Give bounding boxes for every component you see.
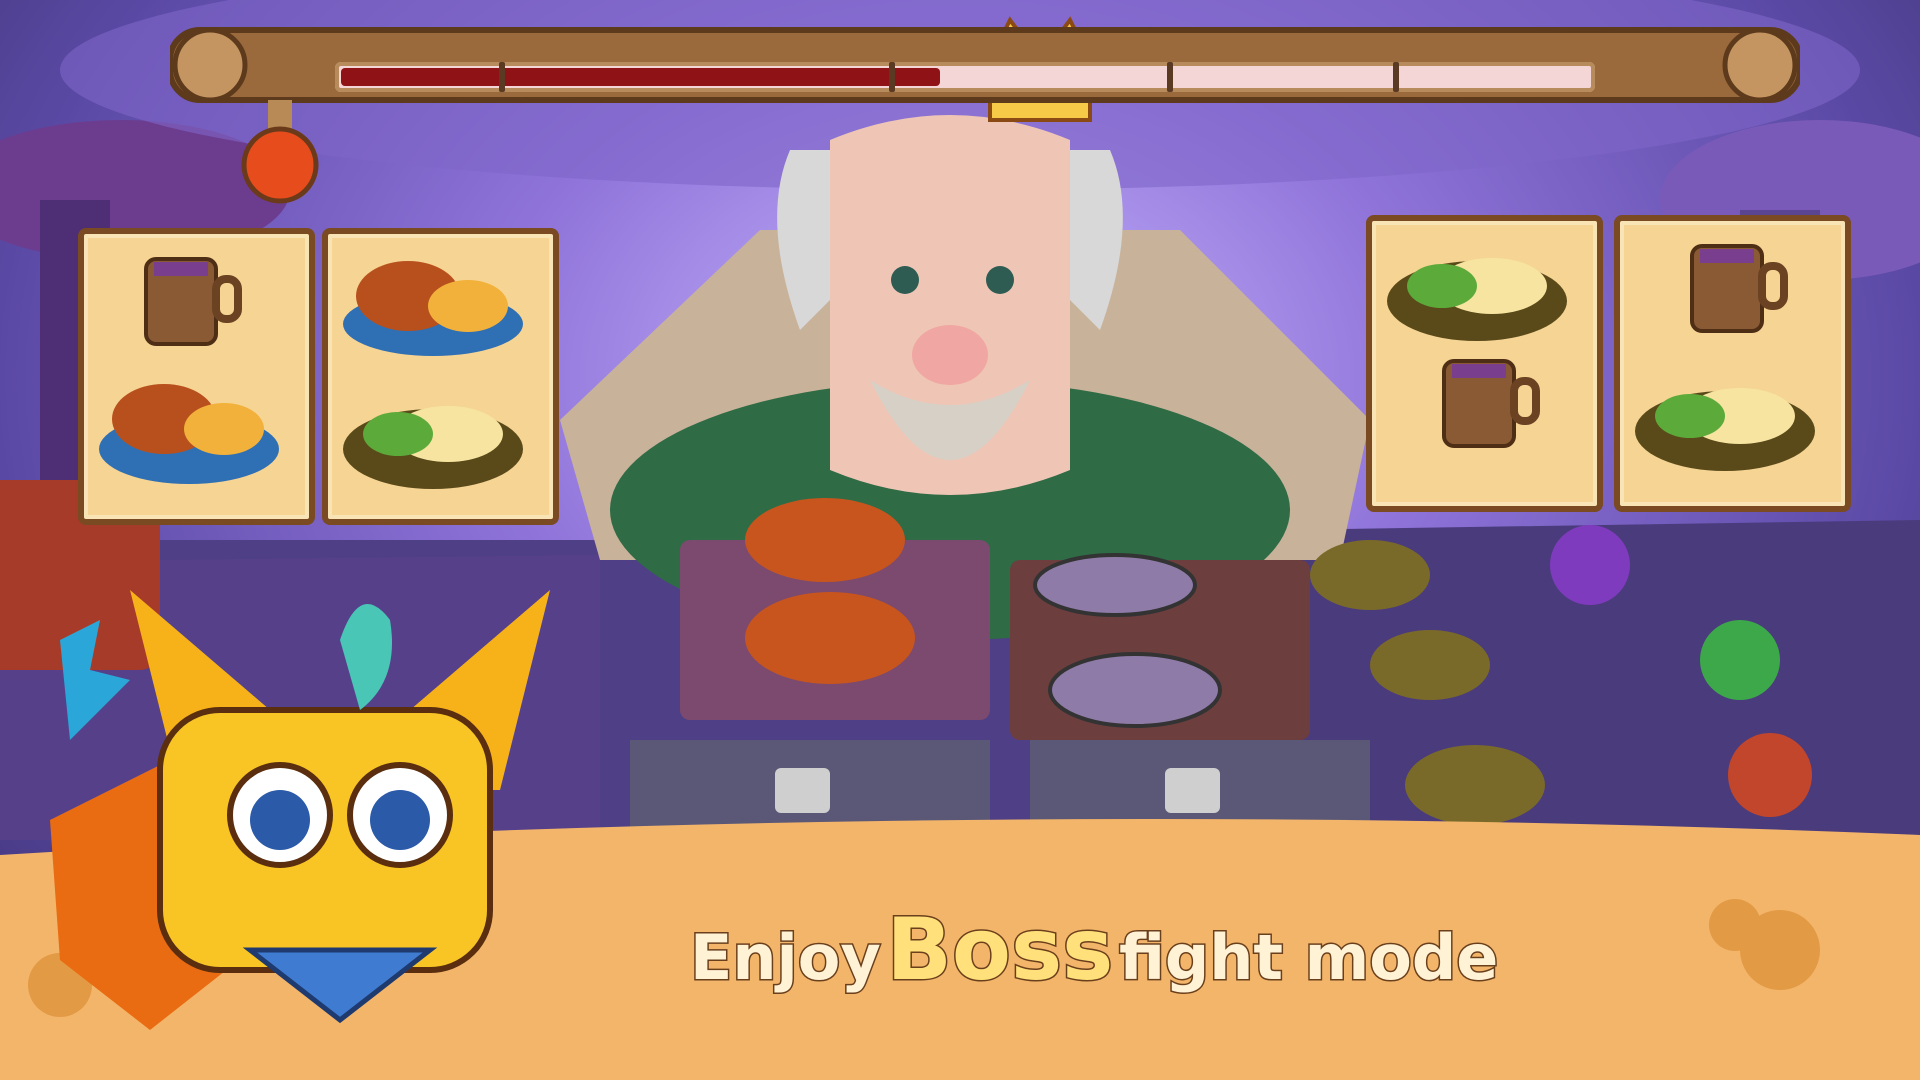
fox-mascot	[50, 590, 550, 1030]
order-card-right-1[interactable]	[1366, 215, 1603, 512]
slogan-text: Enjoy Boss fight mode	[689, 899, 1550, 1002]
slogan-part1: Enjoy	[689, 920, 883, 996]
slogan-part2: fight mode	[1117, 920, 1499, 996]
order-card-left-1[interactable]	[78, 228, 315, 525]
health-segment-tick	[498, 62, 505, 92]
health-segment-tick	[1166, 62, 1173, 92]
slogan-highlight: Boss	[885, 899, 1115, 1002]
order-card-left-2[interactable]	[322, 228, 559, 525]
mug-icon	[144, 257, 242, 346]
mashed-potato-salad-icon	[1635, 388, 1815, 471]
mashed-potato-salad-icon	[343, 406, 523, 489]
roast-chicken-plate-icon	[99, 384, 279, 484]
boss-health-fill	[341, 68, 941, 86]
potion-icon	[241, 100, 319, 204]
mug-icon	[1442, 359, 1540, 448]
health-segment-tick	[889, 62, 896, 92]
order-card-right-2[interactable]	[1614, 215, 1851, 512]
health-segment-tick	[1393, 62, 1400, 92]
roast-chicken-plate-icon	[343, 261, 523, 356]
boss-health-bar	[335, 62, 1595, 92]
health-bar-log	[170, 27, 1800, 103]
mug-icon	[1690, 244, 1788, 333]
game-scene: Enjoy Boss fight mode	[0, 0, 1920, 1080]
mashed-potato-salad-icon	[1387, 258, 1567, 341]
